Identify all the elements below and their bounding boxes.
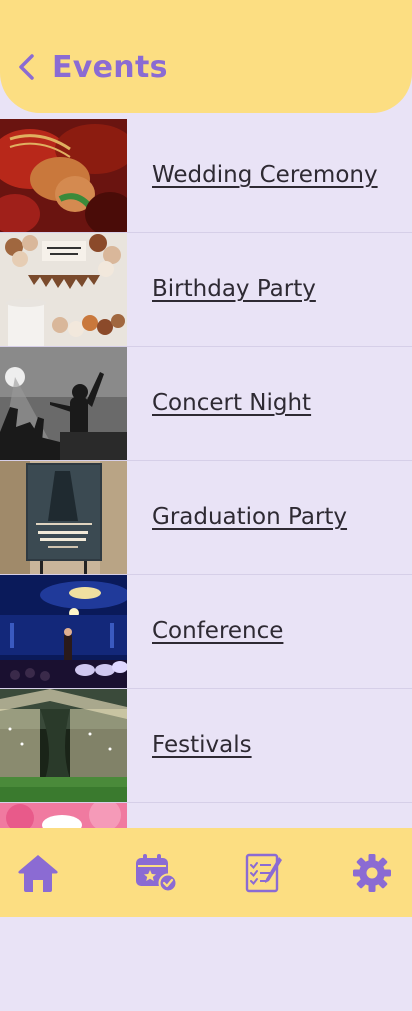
nav-settings[interactable] [349, 850, 395, 896]
chevron-left-icon [19, 54, 34, 80]
home-icon [18, 855, 58, 892]
event-item-wedding[interactable]: Wedding Ceremony [0, 119, 412, 233]
wedding-image [0, 119, 127, 232]
conference-image [0, 575, 127, 688]
back-button[interactable] [14, 52, 40, 82]
event-label: Wedding Ceremony [152, 162, 378, 188]
event-item-birthday[interactable]: Birthday Party [0, 233, 412, 347]
checklist-icon [245, 853, 282, 893]
event-label: Birthday Party [152, 276, 316, 302]
concert-image [0, 347, 127, 460]
flowers-image [0, 803, 127, 828]
gear-icon [353, 854, 391, 892]
page-title: Events [52, 50, 168, 85]
event-label: Graduation Party [152, 504, 348, 530]
app-header: Events [0, 0, 412, 113]
bottom-nav [0, 828, 412, 917]
graduation-image [0, 461, 127, 574]
calendar-check-icon [136, 854, 178, 893]
event-label: Conference [152, 618, 284, 644]
event-item-concert[interactable]: Concert Night [0, 347, 412, 461]
nav-bookings[interactable] [133, 850, 179, 896]
birthday-image [0, 233, 127, 346]
event-list: Wedding Ceremony Birthday Party Concert … [0, 119, 412, 828]
event-item-graduation[interactable]: Graduation Party [0, 461, 412, 575]
event-item-festivals[interactable]: Festivals [0, 689, 412, 803]
event-item-conference[interactable]: Conference [0, 575, 412, 689]
nav-checklist[interactable] [240, 850, 286, 896]
event-label: Festivals [152, 732, 252, 758]
nav-home[interactable] [15, 850, 61, 896]
event-item-partial[interactable] [0, 803, 412, 828]
festival-image [0, 689, 127, 802]
event-label: Concert Night [152, 390, 312, 416]
